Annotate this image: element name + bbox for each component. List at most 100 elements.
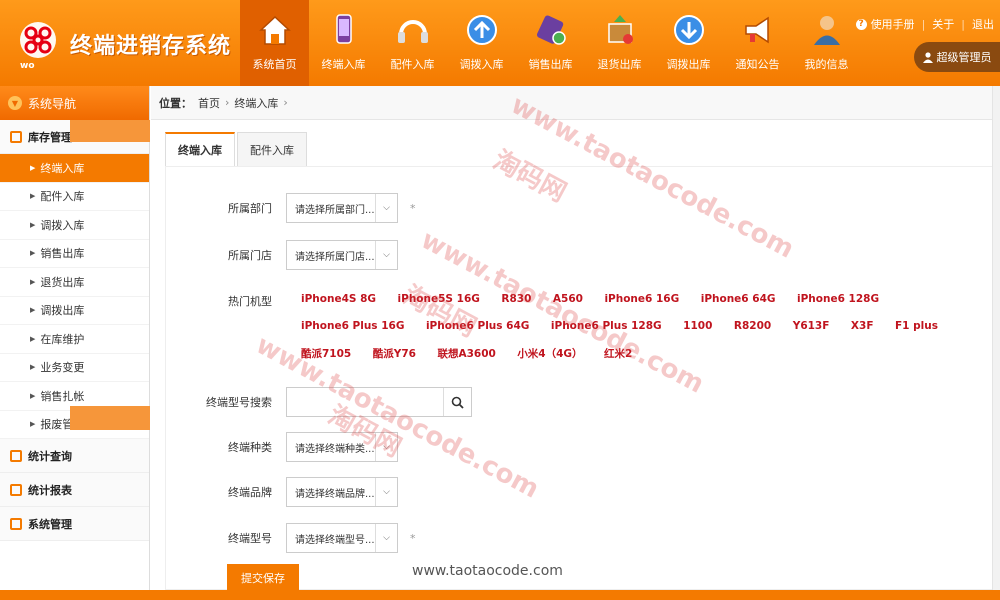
store-row: 所属门店 请选择所属门店... ⌵ xyxy=(166,240,398,270)
sidebar-item-transfer-out[interactable]: ▶ 调拨出库 xyxy=(0,297,149,325)
arrow-right-icon: ▶ xyxy=(30,420,36,429)
arrow-right-icon: ▶ xyxy=(30,277,36,286)
user-name: 超级管理员 xyxy=(936,51,992,64)
list-icon xyxy=(10,483,22,496)
calendar-icon xyxy=(10,517,22,530)
hot-model-link[interactable]: 酷派Y76 xyxy=(373,346,416,361)
chevron-right-icon: › xyxy=(225,96,230,109)
brand-row: 终端品牌 请选择终端品牌... ⌵ xyxy=(166,477,398,507)
top-links: ? 使用手册 | 关于 | 退出 xyxy=(855,16,994,32)
arrow-right-icon: ▶ xyxy=(30,163,36,172)
hot-model-link[interactable]: 红米2 xyxy=(604,346,632,361)
sidebar-item-stock-maintain[interactable]: ▶ 在库维护 xyxy=(0,325,149,354)
svg-text:wo: wo xyxy=(20,61,35,70)
required-mark: * xyxy=(410,531,416,545)
search-row: 终端型号搜索 xyxy=(166,387,472,417)
nav-return-out[interactable]: 退货出库 xyxy=(585,0,654,86)
hot-model-link[interactable]: iPhone6 Plus 64G xyxy=(426,320,529,332)
scrollbar[interactable] xyxy=(992,86,1000,600)
model-label: 终端型号 xyxy=(228,532,272,545)
sidebar-item-sale-out[interactable]: ▶ 销售出库 xyxy=(0,240,149,268)
hot-model-link[interactable]: iPhone6 128G xyxy=(797,293,879,305)
submit-save-button[interactable]: 提交保存 xyxy=(227,564,299,592)
app-title: 终端进销存系统 xyxy=(70,34,232,59)
hot-models-list: iPhone4S 8G iPhone5S 16G R830 A560 iPhon… xyxy=(301,292,981,375)
help-link[interactable]: 使用手册 xyxy=(871,16,915,32)
tab-bar: 终端入库 配件入库 xyxy=(165,132,309,166)
return-icon xyxy=(607,15,633,44)
help-icon: ? xyxy=(855,18,867,30)
sidebar-group-stats-report[interactable]: 统计报表 xyxy=(0,473,149,507)
dept-row: 所属部门 请选择所属部门... ⌵ * xyxy=(166,193,416,223)
nav-home[interactable]: 系统首页 xyxy=(240,0,309,86)
search-button[interactable] xyxy=(443,388,471,416)
hot-model-link[interactable]: 联想A3600 xyxy=(437,346,495,361)
hot-model-link[interactable]: F1 plus xyxy=(895,320,938,332)
hot-model-link[interactable]: 酷派7105 xyxy=(301,346,351,361)
user-badge[interactable]: 超级管理员 xyxy=(914,42,1000,72)
chevron-down-icon: ⌵ xyxy=(375,478,397,506)
hot-model-link[interactable]: Y613F xyxy=(793,320,830,332)
nav-terminal-in[interactable]: 终端入库 xyxy=(309,0,378,86)
logout-link[interactable]: 退出 xyxy=(972,16,994,32)
arrow-right-icon: ▶ xyxy=(30,249,36,258)
chat-icon xyxy=(10,449,22,462)
sidebar-item-return-out[interactable]: ▶ 退货出库 xyxy=(0,268,149,297)
sidebar-group-stats-query[interactable]: 统计查询 xyxy=(0,439,149,473)
chevron-down-icon: ⌵ xyxy=(375,524,397,552)
logo: wo 终端进销存系统 xyxy=(12,14,242,74)
redaction-block xyxy=(70,120,150,142)
model-search-input[interactable] xyxy=(287,388,443,416)
hot-model-link[interactable]: 1100 xyxy=(683,320,712,332)
hot-model-link[interactable]: A560 xyxy=(553,293,583,305)
dept-select[interactable]: 请选择所属部门... ⌵ xyxy=(286,193,398,223)
transfer-in-icon xyxy=(466,15,497,45)
hot-model-link[interactable]: R8200 xyxy=(734,320,771,332)
nav-notice[interactable]: 通知公告 xyxy=(723,0,792,86)
hot-model-link[interactable]: 小米4（4G） xyxy=(517,346,582,361)
brand-label: 终端品牌 xyxy=(228,486,272,499)
store-select[interactable]: 请选择所属门店... ⌵ xyxy=(286,240,398,270)
sidebar-item-accessory-in[interactable]: ▶ 配件入库 xyxy=(0,183,149,211)
sale-icon xyxy=(536,15,566,45)
store-label: 所属门店 xyxy=(228,249,272,262)
hot-models-label: 热门机型 xyxy=(228,295,272,308)
chevron-down-icon: ▼ xyxy=(8,96,22,110)
tab-accessory-in[interactable]: 配件入库 xyxy=(237,132,307,166)
nav-accessory-in[interactable]: 配件入库 xyxy=(378,0,447,86)
hot-model-link[interactable]: iPhone6 Plus 128G xyxy=(551,320,662,332)
sidebar-group-system[interactable]: 系统管理 xyxy=(0,507,149,541)
about-link[interactable]: 关于 xyxy=(932,16,954,32)
category-label: 终端种类 xyxy=(228,441,272,454)
megaphone-icon xyxy=(744,16,769,44)
hot-model-link[interactable]: iPhone5S 16G xyxy=(398,293,480,305)
model-select[interactable]: 请选择终端型号... ⌵ xyxy=(286,523,398,553)
hot-model-link[interactable]: X3F xyxy=(851,320,874,332)
chevron-down-icon: ⌵ xyxy=(375,433,397,461)
phone-in-icon xyxy=(335,14,352,44)
nav-my-info[interactable]: 我的信息 xyxy=(792,0,861,86)
sidebar-item-business-change[interactable]: ▶ 业务变更 xyxy=(0,354,149,382)
hot-model-link[interactable]: iPhone6 Plus 16G xyxy=(301,320,404,332)
home-icon xyxy=(258,15,291,45)
brand-select[interactable]: 请选择终端品牌... ⌵ xyxy=(286,477,398,507)
hot-model-link[interactable]: R830 xyxy=(501,293,531,305)
bottom-bar xyxy=(0,590,1000,600)
breadcrumb-current: 终端入库 xyxy=(234,96,279,110)
top-header: wo 终端进销存系统 系统首页 终端入库 配件入库 调拨入库 销售出库 退货出库 xyxy=(0,0,1000,86)
sidebar-item-transfer-in[interactable]: ▶ 调拨入库 xyxy=(0,211,149,240)
chevron-down-icon: ⌵ xyxy=(375,194,397,222)
nav-transfer-in[interactable]: 调拨入库 xyxy=(447,0,516,86)
hot-model-link[interactable]: iPhone6 64G xyxy=(701,293,776,305)
hot-model-link[interactable]: iPhone6 16G xyxy=(604,293,679,305)
hot-model-link[interactable]: iPhone4S 8G xyxy=(301,293,376,305)
breadcrumb-home[interactable]: 首页 xyxy=(198,95,220,111)
arrow-right-icon: ▶ xyxy=(30,220,36,229)
category-select[interactable]: 请选择终端种类... ⌵ xyxy=(286,432,398,462)
tab-terminal-in[interactable]: 终端入库 xyxy=(165,132,235,166)
nav-transfer-out[interactable]: 调拨出库 xyxy=(654,0,723,86)
sidebar-item-terminal-in[interactable]: ▶ 终端入库 xyxy=(0,154,149,183)
nav-sale-out[interactable]: 销售出库 xyxy=(516,0,585,86)
redaction-block xyxy=(70,406,150,430)
dept-label: 所属部门 xyxy=(228,202,272,215)
